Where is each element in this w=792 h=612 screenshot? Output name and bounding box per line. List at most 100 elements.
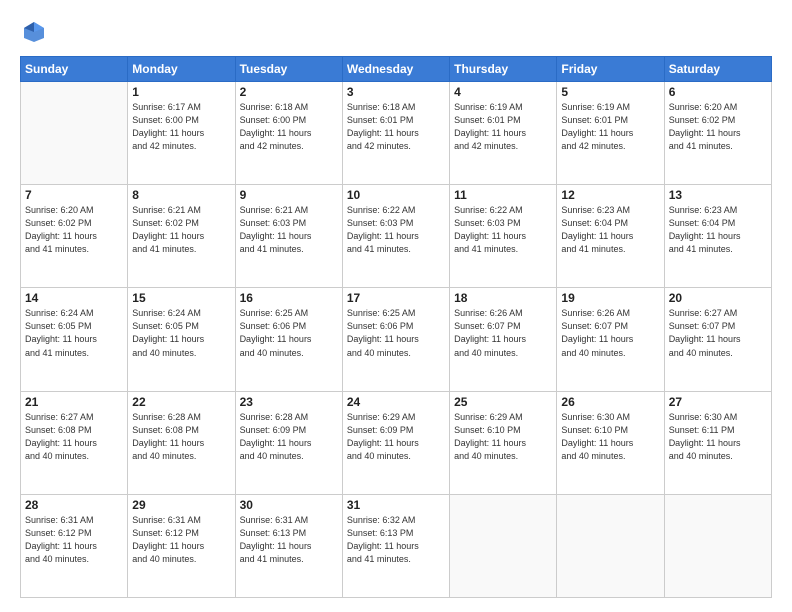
- calendar-cell: 23 Sunrise: 6:28 AM Sunset: 6:09 PM Dayli…: [235, 391, 342, 494]
- day-number: 15: [132, 291, 230, 305]
- day-info: Sunrise: 6:28 AM Sunset: 6:09 PM Dayligh…: [240, 411, 338, 463]
- calendar-week-row: 28 Sunrise: 6:31 AM Sunset: 6:12 PM Dayli…: [21, 494, 772, 597]
- day-number: 12: [561, 188, 659, 202]
- day-info: Sunrise: 6:19 AM Sunset: 6:01 PM Dayligh…: [454, 101, 552, 153]
- day-info: Sunrise: 6:24 AM Sunset: 6:05 PM Dayligh…: [132, 307, 230, 359]
- calendar-week-row: 21 Sunrise: 6:27 AM Sunset: 6:08 PM Dayli…: [21, 391, 772, 494]
- day-info: Sunrise: 6:22 AM Sunset: 6:03 PM Dayligh…: [347, 204, 445, 256]
- day-number: 23: [240, 395, 338, 409]
- day-info: Sunrise: 6:29 AM Sunset: 6:10 PM Dayligh…: [454, 411, 552, 463]
- day-number: 31: [347, 498, 445, 512]
- day-number: 20: [669, 291, 767, 305]
- calendar-cell: 7 Sunrise: 6:20 AM Sunset: 6:02 PM Daylig…: [21, 185, 128, 288]
- day-info: Sunrise: 6:30 AM Sunset: 6:10 PM Dayligh…: [561, 411, 659, 463]
- day-number: 7: [25, 188, 123, 202]
- day-number: 22: [132, 395, 230, 409]
- day-info: Sunrise: 6:20 AM Sunset: 6:02 PM Dayligh…: [669, 101, 767, 153]
- day-number: 6: [669, 85, 767, 99]
- calendar-table: SundayMondayTuesdayWednesdayThursdayFrid…: [20, 56, 772, 598]
- calendar-cell: 20 Sunrise: 6:27 AM Sunset: 6:07 PM Dayli…: [664, 288, 771, 391]
- calendar-cell: [557, 494, 664, 597]
- calendar-cell: [664, 494, 771, 597]
- day-number: 30: [240, 498, 338, 512]
- calendar-header-thursday: Thursday: [450, 57, 557, 82]
- day-number: 9: [240, 188, 338, 202]
- calendar-header-wednesday: Wednesday: [342, 57, 449, 82]
- calendar-cell: 26 Sunrise: 6:30 AM Sunset: 6:10 PM Dayli…: [557, 391, 664, 494]
- day-number: 17: [347, 291, 445, 305]
- calendar-cell: [21, 82, 128, 185]
- day-info: Sunrise: 6:18 AM Sunset: 6:00 PM Dayligh…: [240, 101, 338, 153]
- day-number: 14: [25, 291, 123, 305]
- calendar-cell: 8 Sunrise: 6:21 AM Sunset: 6:02 PM Daylig…: [128, 185, 235, 288]
- day-info: Sunrise: 6:18 AM Sunset: 6:01 PM Dayligh…: [347, 101, 445, 153]
- day-info: Sunrise: 6:17 AM Sunset: 6:00 PM Dayligh…: [132, 101, 230, 153]
- day-info: Sunrise: 6:27 AM Sunset: 6:08 PM Dayligh…: [25, 411, 123, 463]
- calendar-cell: 2 Sunrise: 6:18 AM Sunset: 6:00 PM Daylig…: [235, 82, 342, 185]
- day-number: 3: [347, 85, 445, 99]
- calendar-header-saturday: Saturday: [664, 57, 771, 82]
- calendar-cell: 10 Sunrise: 6:22 AM Sunset: 6:03 PM Dayli…: [342, 185, 449, 288]
- calendar-header-friday: Friday: [557, 57, 664, 82]
- day-info: Sunrise: 6:23 AM Sunset: 6:04 PM Dayligh…: [561, 204, 659, 256]
- day-number: 13: [669, 188, 767, 202]
- day-info: Sunrise: 6:32 AM Sunset: 6:13 PM Dayligh…: [347, 514, 445, 566]
- day-number: 18: [454, 291, 552, 305]
- day-info: Sunrise: 6:26 AM Sunset: 6:07 PM Dayligh…: [454, 307, 552, 359]
- calendar-cell: 31 Sunrise: 6:32 AM Sunset: 6:13 PM Dayli…: [342, 494, 449, 597]
- day-number: 24: [347, 395, 445, 409]
- day-info: Sunrise: 6:19 AM Sunset: 6:01 PM Dayligh…: [561, 101, 659, 153]
- calendar-cell: 5Sunrise: 6:19 AM Sunset: 6:01 PM Daylig…: [557, 82, 664, 185]
- day-info: Sunrise: 6:21 AM Sunset: 6:02 PM Dayligh…: [132, 204, 230, 256]
- day-number: 2: [240, 85, 338, 99]
- day-info: Sunrise: 6:31 AM Sunset: 6:13 PM Dayligh…: [240, 514, 338, 566]
- calendar-cell: 30 Sunrise: 6:31 AM Sunset: 6:13 PM Dayli…: [235, 494, 342, 597]
- calendar-cell: 19Sunrise: 6:26 AM Sunset: 6:07 PM Dayli…: [557, 288, 664, 391]
- page: SundayMondayTuesdayWednesdayThursdayFrid…: [0, 0, 792, 612]
- calendar-cell: 11Sunrise: 6:22 AM Sunset: 6:03 PM Dayli…: [450, 185, 557, 288]
- day-info: Sunrise: 6:20 AM Sunset: 6:02 PM Dayligh…: [25, 204, 123, 256]
- calendar-cell: 12 Sunrise: 6:23 AM Sunset: 6:04 PM Dayli…: [557, 185, 664, 288]
- day-info: Sunrise: 6:23 AM Sunset: 6:04 PM Dayligh…: [669, 204, 767, 256]
- day-info: Sunrise: 6:22 AM Sunset: 6:03 PM Dayligh…: [454, 204, 552, 256]
- day-number: 26: [561, 395, 659, 409]
- calendar-week-row: 7 Sunrise: 6:20 AM Sunset: 6:02 PM Daylig…: [21, 185, 772, 288]
- day-info: Sunrise: 6:31 AM Sunset: 6:12 PM Dayligh…: [25, 514, 123, 566]
- calendar-cell: 15 Sunrise: 6:24 AM Sunset: 6:05 PM Dayli…: [128, 288, 235, 391]
- logo: [20, 18, 52, 46]
- calendar-cell: 24 Sunrise: 6:29 AM Sunset: 6:09 PM Dayli…: [342, 391, 449, 494]
- calendar-cell: 1Sunrise: 6:17 AM Sunset: 6:00 PM Daylig…: [128, 82, 235, 185]
- calendar-header-row: SundayMondayTuesdayWednesdayThursdayFrid…: [21, 57, 772, 82]
- calendar-cell: 16Sunrise: 6:25 AM Sunset: 6:06 PM Dayli…: [235, 288, 342, 391]
- calendar-cell: 29Sunrise: 6:31 AM Sunset: 6:12 PM Dayli…: [128, 494, 235, 597]
- day-info: Sunrise: 6:25 AM Sunset: 6:06 PM Dayligh…: [347, 307, 445, 359]
- calendar-cell: 28 Sunrise: 6:31 AM Sunset: 6:12 PM Dayli…: [21, 494, 128, 597]
- calendar-header-sunday: Sunday: [21, 57, 128, 82]
- calendar-cell: 25 Sunrise: 6:29 AM Sunset: 6:10 PM Dayli…: [450, 391, 557, 494]
- calendar-header-monday: Monday: [128, 57, 235, 82]
- day-number: 8: [132, 188, 230, 202]
- day-info: Sunrise: 6:27 AM Sunset: 6:07 PM Dayligh…: [669, 307, 767, 359]
- calendar-cell: 4 Sunrise: 6:19 AM Sunset: 6:01 PM Daylig…: [450, 82, 557, 185]
- day-number: 28: [25, 498, 123, 512]
- day-info: Sunrise: 6:29 AM Sunset: 6:09 PM Dayligh…: [347, 411, 445, 463]
- calendar-cell: 18 Sunrise: 6:26 AM Sunset: 6:07 PM Dayli…: [450, 288, 557, 391]
- logo-icon: [20, 18, 48, 46]
- day-info: Sunrise: 6:31 AM Sunset: 6:12 PM Dayligh…: [132, 514, 230, 566]
- day-number: 10: [347, 188, 445, 202]
- day-info: Sunrise: 6:24 AM Sunset: 6:05 PM Dayligh…: [25, 307, 123, 359]
- calendar-header-tuesday: Tuesday: [235, 57, 342, 82]
- calendar-cell: 17 Sunrise: 6:25 AM Sunset: 6:06 PM Dayli…: [342, 288, 449, 391]
- calendar-cell: [450, 494, 557, 597]
- header: [20, 18, 772, 46]
- calendar-cell: 22Sunrise: 6:28 AM Sunset: 6:08 PM Dayli…: [128, 391, 235, 494]
- day-number: 21: [25, 395, 123, 409]
- day-number: 27: [669, 395, 767, 409]
- day-number: 19: [561, 291, 659, 305]
- day-number: 4: [454, 85, 552, 99]
- day-number: 25: [454, 395, 552, 409]
- day-info: Sunrise: 6:21 AM Sunset: 6:03 PM Dayligh…: [240, 204, 338, 256]
- calendar-cell: 9 Sunrise: 6:21 AM Sunset: 6:03 PM Daylig…: [235, 185, 342, 288]
- calendar-week-row: 14 Sunrise: 6:24 AM Sunset: 6:05 PM Dayli…: [21, 288, 772, 391]
- calendar-cell: 27Sunrise: 6:30 AM Sunset: 6:11 PM Dayli…: [664, 391, 771, 494]
